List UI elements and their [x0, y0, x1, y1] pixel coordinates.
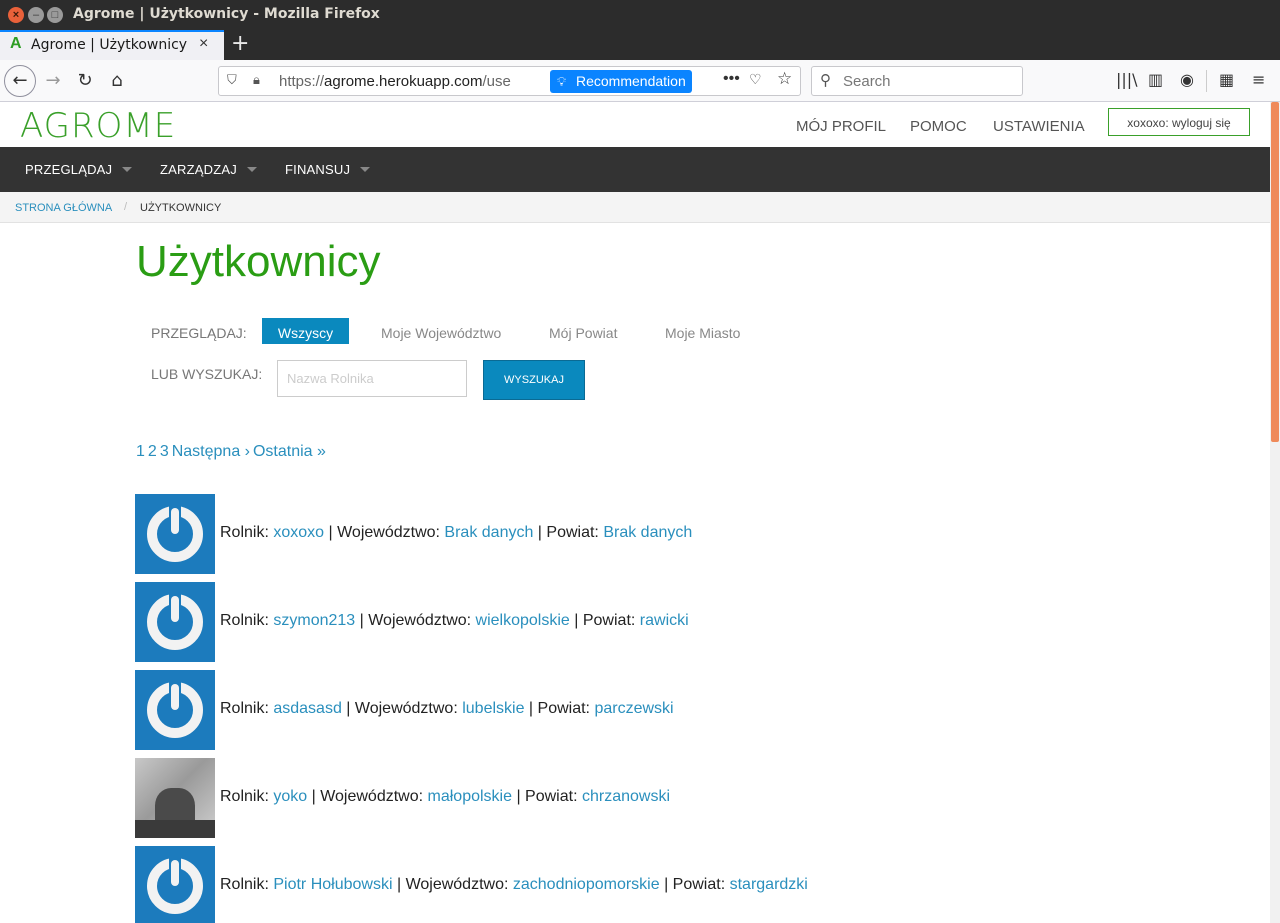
chevron-down-icon — [122, 167, 133, 172]
search-placeholder: Search — [843, 73, 891, 90]
window-maximize-button[interactable]: □ — [47, 7, 63, 23]
nav-finance[interactable]: FINANSUJ — [285, 162, 371, 177]
settings-link[interactable]: USTAWIENIA — [993, 118, 1085, 135]
library-icon[interactable]: |||\ — [1116, 70, 1138, 89]
window-title: Agrome | Użytkownicy - Mozilla Firefox — [73, 6, 380, 22]
account-icon[interactable]: ◉ — [1180, 70, 1194, 89]
browser-toolbar: ← → ↻ ⌂ ⛉ 🔒︎ https://agrome.herokuapp.co… — [0, 60, 1280, 102]
user-voivodeship-link[interactable]: Brak danych — [444, 524, 533, 541]
page-actions-icon[interactable]: ••• — [723, 70, 740, 88]
tab-strip: A Agrome | Użytkownicy × + — [0, 30, 1280, 60]
user-name-link[interactable]: Piotr Hołubowski — [273, 876, 392, 893]
filter-tab-my-voivodeship[interactable]: Moje Województwo — [381, 325, 501, 341]
user-photo-avatar[interactable] — [135, 758, 215, 838]
user-name-link[interactable]: xoxoxo — [273, 524, 324, 541]
agrome-favicon-icon: A — [10, 35, 22, 52]
pagination: 1 2 3 Następna › Ostatnia » — [136, 443, 329, 461]
recommendation-label: Recommendation — [576, 73, 686, 89]
filter-label: PRZEGLĄDAJ: — [151, 325, 247, 341]
breadcrumb-home[interactable]: STRONA GŁÓWNA — [15, 202, 112, 214]
back-button[interactable]: ← — [4, 65, 36, 97]
page-content: AGROME MÓJ PROFIL POMOC USTAWIENIA xoxox… — [0, 102, 1270, 923]
user-voivodeship-link[interactable]: wielkopolskie — [476, 612, 570, 629]
next-page-link[interactable]: Następna › — [172, 443, 250, 460]
page-link-2[interactable]: 2 — [148, 443, 157, 460]
logout-button[interactable]: xoxoxo: wyloguj się — [1108, 108, 1250, 136]
page-link-3[interactable]: 3 — [160, 443, 169, 460]
pocket-icon[interactable]: ♡ — [749, 71, 762, 88]
search-bar[interactable]: ⚲ Search — [811, 66, 1023, 96]
user-row: Rolnik: Piotr Hołubowski | Województwo: … — [135, 846, 1035, 923]
tracking-shield-icon[interactable]: ⛉ — [227, 72, 237, 88]
search-button[interactable]: WYSZUKAJ — [483, 360, 585, 400]
url-text[interactable]: https://agrome.herokuapp.com/use — [279, 73, 519, 90]
home-button[interactable]: ⌂ — [102, 66, 132, 96]
nav-manage[interactable]: ZARZĄDZAJ — [160, 162, 257, 177]
forward-button[interactable]: → — [38, 66, 68, 96]
filter-tab-all[interactable]: Wszyscy — [262, 318, 349, 344]
tab-agrome[interactable]: A Agrome | Użytkownicy × — [0, 30, 224, 60]
user-avatar[interactable] — [135, 494, 215, 574]
user-name-link[interactable]: asdasasd — [273, 700, 342, 717]
breadcrumb-separator: / — [124, 201, 128, 213]
lightbulb-icon: 💡︎ — [557, 74, 567, 89]
filter-tab-my-county[interactable]: Mój Powiat — [549, 325, 617, 341]
my-profile-link[interactable]: MÓJ PROFIL — [796, 118, 886, 135]
reload-button[interactable]: ↻ — [70, 66, 100, 96]
chevron-down-icon — [360, 167, 371, 172]
user-row: Rolnik: xoxoxo | Województwo: Brak danyc… — [135, 494, 1035, 574]
user-county-link[interactable]: chrzanowski — [582, 788, 670, 805]
farmer-name-input[interactable] — [277, 360, 467, 397]
user-voivodeship-link[interactable]: małopolskie — [428, 788, 512, 805]
user-avatar[interactable] — [135, 670, 215, 750]
new-tab-button[interactable]: + — [231, 31, 249, 56]
window-minimize-button[interactable]: – — [28, 7, 44, 23]
main-nav: PRZEGLĄDAJ ZARZĄDZAJ FINANSUJ — [0, 147, 1270, 192]
search-icon: ⚲ — [820, 72, 831, 89]
toolbar-divider — [1206, 70, 1207, 92]
user-info: Rolnik: xoxoxo | Województwo: Brak danyc… — [220, 524, 693, 541]
user-info: Rolnik: yoko | Województwo: małopolskie … — [220, 788, 670, 805]
page-link-1[interactable]: 1 — [136, 443, 145, 460]
breadcrumb: STRONA GŁÓWNA / UŻYTKOWNICY — [0, 192, 1270, 223]
user-row: Rolnik: asdasasd | Województwo: lubelski… — [135, 670, 1035, 750]
user-info: Rolnik: szymon213 | Województwo: wielkop… — [220, 612, 689, 629]
user-avatar[interactable] — [135, 582, 215, 662]
tab-close-icon[interactable]: × — [199, 35, 208, 53]
sidebar-icon[interactable]: ▥ — [1148, 70, 1163, 89]
user-name-link[interactable]: szymon213 — [273, 612, 355, 629]
agrome-logo[interactable]: AGROME — [20, 106, 176, 146]
user-county-link[interactable]: Brak danych — [603, 524, 692, 541]
help-link[interactable]: POMOC — [910, 118, 967, 135]
bookmark-star-icon[interactable]: ☆ — [777, 69, 792, 89]
user-voivodeship-link[interactable]: zachodniopomorskie — [513, 876, 660, 893]
user-name-link[interactable]: yoko — [273, 788, 307, 805]
recommendation-badge[interactable]: 💡︎ Recommendation — [550, 70, 692, 93]
user-avatar[interactable] — [135, 846, 215, 923]
user-county-link[interactable]: rawicki — [640, 612, 689, 629]
chevron-down-icon — [246, 167, 257, 172]
lock-icon[interactable]: 🔒︎ — [253, 72, 260, 88]
user-voivodeship-link[interactable]: lubelskie — [462, 700, 524, 717]
search-label: LUB WYSZUKAJ: — [151, 366, 263, 382]
extensions-icon[interactable]: ▦ — [1219, 70, 1234, 89]
window-close-button[interactable]: × — [8, 7, 24, 23]
last-page-link[interactable]: Ostatnia » — [253, 443, 326, 460]
window-titlebar: × – □ Agrome | Użytkownicy - Mozilla Fir… — [0, 0, 1280, 30]
user-row: Rolnik: yoko | Województwo: małopolskie … — [135, 758, 1035, 838]
user-county-link[interactable]: stargardzki — [730, 876, 808, 893]
filter-tab-my-city[interactable]: Moje Miasto — [665, 325, 740, 341]
user-row: Rolnik: szymon213 | Województwo: wielkop… — [135, 582, 1035, 662]
nav-browse[interactable]: PRZEGLĄDAJ — [25, 162, 133, 177]
breadcrumb-current: UŻYTKOWNICY — [140, 202, 222, 214]
user-info: Rolnik: Piotr Hołubowski | Województwo: … — [220, 876, 808, 893]
hamburger-menu-icon[interactable]: ≡ — [1252, 70, 1265, 89]
scrollbar-thumb[interactable] — [1271, 102, 1279, 442]
tab-title: Agrome | Użytkownicy — [31, 37, 188, 53]
user-info: Rolnik: asdasasd | Województwo: lubelski… — [220, 700, 674, 717]
url-bar[interactable]: ⛉ 🔒︎ https://agrome.herokuapp.com/use 💡︎… — [218, 66, 801, 96]
user-county-link[interactable]: parczewski — [594, 700, 673, 717]
page-title: Użytkownicy — [136, 237, 381, 286]
